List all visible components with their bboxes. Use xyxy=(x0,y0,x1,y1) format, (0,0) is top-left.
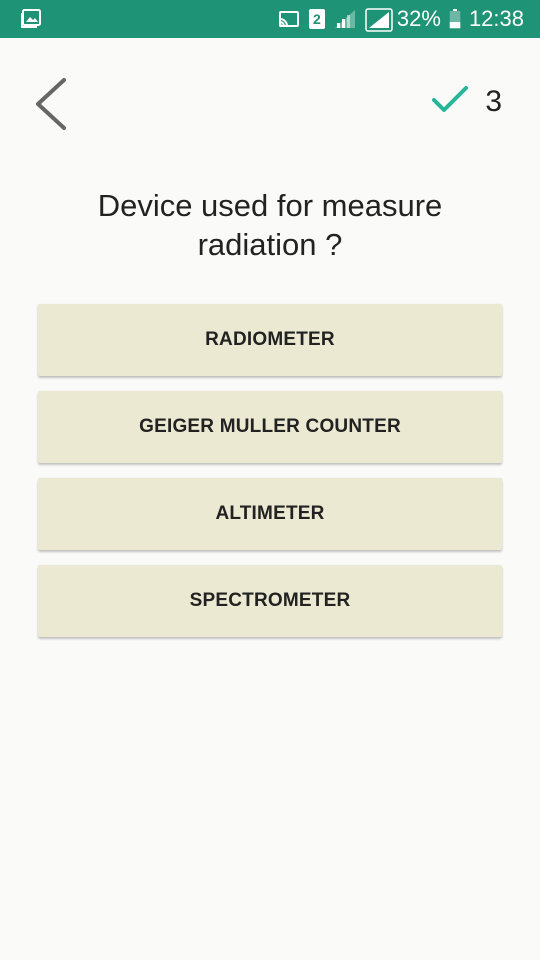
option-spectrometer[interactable]: SPECTROMETER xyxy=(38,565,502,637)
battery-icon xyxy=(449,9,461,29)
score-value: 3 xyxy=(485,85,502,118)
chevron-left-icon xyxy=(30,78,70,136)
option-altimeter[interactable]: ALTIMETER xyxy=(38,478,502,550)
option-radiometer[interactable]: RADIOMETER xyxy=(38,304,502,376)
answer-options: RADIOMETER GEIGER MULLER COUNTER ALTIMET… xyxy=(38,304,502,652)
option-geiger-muller-counter[interactable]: GEIGER MULLER COUNTER xyxy=(38,391,502,463)
clock: 12:38 xyxy=(468,6,524,31)
question-text: Device used for measure radiation ? xyxy=(97,188,443,262)
gallery-icon xyxy=(20,8,42,30)
quiz-screen: 3 Device used for measure radiation ? RA… xyxy=(0,38,540,960)
checkmark-icon xyxy=(431,85,469,120)
status-bar: 2 32% 12:38 xyxy=(0,0,540,38)
battery-percent: 32% xyxy=(396,6,441,31)
cast-icon xyxy=(277,8,301,30)
score-indicator: 3 xyxy=(431,82,502,122)
sim-2-icon: 2 xyxy=(308,9,325,29)
back-button[interactable] xyxy=(30,76,80,132)
signal-weak-icon xyxy=(333,8,357,30)
signal-full-icon xyxy=(365,8,393,32)
